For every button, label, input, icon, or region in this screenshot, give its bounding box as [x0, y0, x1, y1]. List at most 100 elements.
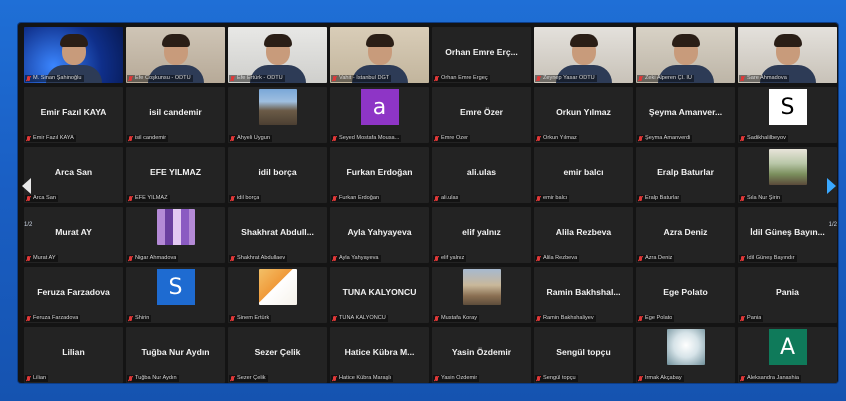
participant-display-name: TUNA KALYONCU	[342, 287, 417, 297]
muted-mic-icon	[332, 375, 337, 382]
participant-display-name: emir balcı	[563, 167, 604, 177]
muted-mic-icon	[434, 195, 439, 202]
participant-tile[interactable]: Nigar Ahmadova	[126, 207, 225, 263]
profile-picture	[156, 209, 195, 245]
participant-display-name: elif yalnız	[462, 227, 501, 237]
participant-tile[interactable]: Yasin Özdemir Yasin Özdemir	[432, 327, 531, 383]
next-page-indicator: 1/2	[828, 222, 837, 228]
participant-tile[interactable]: Ramin Bakhshal... Ramin Bakhshaliyev	[534, 267, 633, 323]
muted-mic-icon	[128, 375, 133, 382]
participant-tile[interactable]: M. Sinan Şahinoğlu	[24, 27, 123, 83]
participant-tile[interactable]: Irmak Akçabay	[636, 327, 735, 383]
profile-picture	[258, 269, 297, 305]
participant-name-label: Efe Coşkunsu - ODTÜ	[127, 75, 193, 82]
muted-mic-icon	[26, 135, 31, 142]
participant-tile[interactable]: Hatice Kübra M... Hatice Kübra Maraşlı	[330, 327, 429, 383]
participant-tile[interactable]: Efe Coşkunsu - ODTÜ	[126, 27, 225, 83]
participant-name-label: Murat AY	[25, 255, 58, 262]
muted-mic-icon	[128, 75, 133, 82]
participant-tile[interactable]: Sinem Ertürk	[228, 267, 327, 323]
participant-tile[interactable]: Pania Pania	[738, 267, 837, 323]
muted-mic-icon	[740, 375, 745, 382]
participant-name-text: Efe Coşkunsu - ODTÜ	[135, 75, 191, 81]
participant-grid: M. Sinan Şahinoğlu Efe Coşkunsu - ODTÜ Efe…	[24, 27, 837, 383]
participant-tile[interactable]: Murat AY Murat AY	[24, 207, 123, 263]
participant-tile[interactable]: Emre Özer Emre Özer	[432, 87, 531, 143]
participant-tile[interactable]: Orhan Emre Erç... Orhan Emre Ergeç	[432, 27, 531, 83]
muted-mic-icon	[536, 255, 541, 262]
muted-mic-icon	[434, 255, 439, 262]
participant-name-label: Irmak Akçabay	[637, 375, 684, 382]
participant-tile[interactable]: Arca San Arca San	[24, 147, 123, 203]
participant-display-name: Emir Fazıl KAYA	[40, 107, 107, 117]
participant-tile[interactable]: isil candemir isil candemir	[126, 87, 225, 143]
participant-display-name: idil borça	[258, 167, 297, 177]
participant-display-name: Murat AY	[55, 227, 92, 237]
muted-mic-icon	[434, 315, 439, 322]
previous-page-arrow-icon[interactable]	[22, 178, 31, 194]
participant-tile[interactable]: Tuğba Nur Aydın Tuğba Nur Aydın	[126, 327, 225, 383]
participant-tile[interactable]: Furkan Erdoğan Furkan Erdoğan	[330, 147, 429, 203]
participant-name-text: Hatice Kübra Maraşlı	[339, 375, 392, 381]
participant-name-label: Aleksandra Janashia	[739, 375, 801, 382]
participant-tile[interactable]: Sengül topçu Sengül topçu	[534, 327, 633, 383]
participant-tile[interactable]: Ahyeli Uygun	[228, 87, 327, 143]
participant-tile[interactable]: S Shirin	[126, 267, 225, 323]
participant-name-text: Şeyma Amanverdi	[645, 135, 691, 141]
participant-tile[interactable]: Orkun Yılmaz Orkun Yılmaz	[534, 87, 633, 143]
participant-tile[interactable]: EFE YILMAZ EFE YILMAZ	[126, 147, 225, 203]
participant-name-text: Orkun Yılmaz	[543, 135, 577, 141]
participant-display-name: Orkun Yılmaz	[556, 107, 611, 117]
participant-tile[interactable]: TUNA KALYONCU TUNA KALYONCU	[330, 267, 429, 323]
participant-tile[interactable]: S Sadikhalilbeyov	[738, 87, 837, 143]
participant-tile[interactable]: a Seyed Mostafa Mousa...	[330, 87, 429, 143]
participant-tile[interactable]: Sıla Nur Şirin	[738, 147, 837, 203]
participant-name-label: Şeyma Amanverdi	[637, 135, 693, 142]
participant-tile[interactable]: İdil Güneş Bayın... İdil Güneş Bayındır	[738, 207, 837, 263]
participant-display-name: Eralp Baturlar	[657, 167, 714, 177]
participant-name-label: Alila Rezbeva	[535, 255, 580, 262]
participant-name-label: Emir Fazıl KAYA	[25, 135, 76, 142]
participant-name-text: Zeynep Yasar ODTÜ	[543, 75, 595, 81]
participant-tile[interactable]: Lilian Lilian	[24, 327, 123, 383]
muted-mic-icon	[536, 375, 541, 382]
participant-tile[interactable]: Efe Ertürk - ODTÜ	[228, 27, 327, 83]
participant-tile[interactable]: Sare Ahmadova	[738, 27, 837, 83]
participant-tile[interactable]: Feruza Farzadova Feruza Farzadova	[24, 267, 123, 323]
participant-tile[interactable]: Mustafa Koray	[432, 267, 531, 323]
muted-mic-icon	[740, 75, 745, 82]
next-page-arrow-icon[interactable]	[827, 178, 836, 194]
participant-tile[interactable]: Ege Polato Ege Polato	[636, 267, 735, 323]
participant-name-label: Arca San	[25, 195, 59, 202]
participant-tile[interactable]: ali.ulas ali.ulas	[432, 147, 531, 203]
participant-tile[interactable]: Vahit - İstanbul DGT	[330, 27, 429, 83]
participant-tile[interactable]: Azra Deniz Azra Deniz	[636, 207, 735, 263]
participant-name-text: Shirin	[135, 315, 150, 321]
participant-tile[interactable]: idil borça idil borça	[228, 147, 327, 203]
participant-tile[interactable]: Ayla Yahyayeva Ayla Yahyayeva	[330, 207, 429, 263]
participant-name-text: Pania	[747, 315, 762, 321]
participant-name-label: Shirin	[127, 315, 152, 322]
participant-tile[interactable]: Şeyma Amanver... Şeyma Amanverdi	[636, 87, 735, 143]
participant-tile[interactable]: Eralp Baturlar Eralp Baturlar	[636, 147, 735, 203]
muted-mic-icon	[638, 315, 643, 322]
participant-tile[interactable]: Zeynep Yasar ODTÜ	[534, 27, 633, 83]
participant-tile[interactable]: A Aleksandra Janashia	[738, 327, 837, 383]
participant-tile[interactable]: emir balcı emir balcı	[534, 147, 633, 203]
avatar-letter: S	[768, 89, 807, 125]
participant-tile[interactable]: Emir Fazıl KAYA Emir Fazıl KAYA	[24, 87, 123, 143]
participant-name-label: Mustafa Koray	[433, 315, 480, 322]
muted-mic-icon	[638, 375, 643, 382]
participant-tile[interactable]: Shakhrat Abdull... Shakhrat Abdullaev	[228, 207, 327, 263]
participant-tile[interactable]: Sezer Çelik Sezer Çelik	[228, 327, 327, 383]
participant-tile[interactable]: elif yalnız elif yalnız	[432, 207, 531, 263]
participant-display-name: Sengül topçu	[556, 347, 611, 357]
participant-name-label: Sezer Çelik	[229, 375, 268, 382]
participant-name-label: Azra Deniz	[637, 255, 675, 262]
participant-display-name: Lilian	[62, 347, 85, 357]
participant-name-text: Sare Ahmadova	[747, 75, 787, 81]
participant-tile[interactable]: Zeki Alperen Çİ. İÜ	[636, 27, 735, 83]
participant-name-text: Yasin Özdemir	[441, 375, 478, 381]
participant-tile[interactable]: Alila Rezbeva Alila Rezbeva	[534, 207, 633, 263]
participant-name-label: Shakhrat Abdullaev	[229, 255, 288, 262]
